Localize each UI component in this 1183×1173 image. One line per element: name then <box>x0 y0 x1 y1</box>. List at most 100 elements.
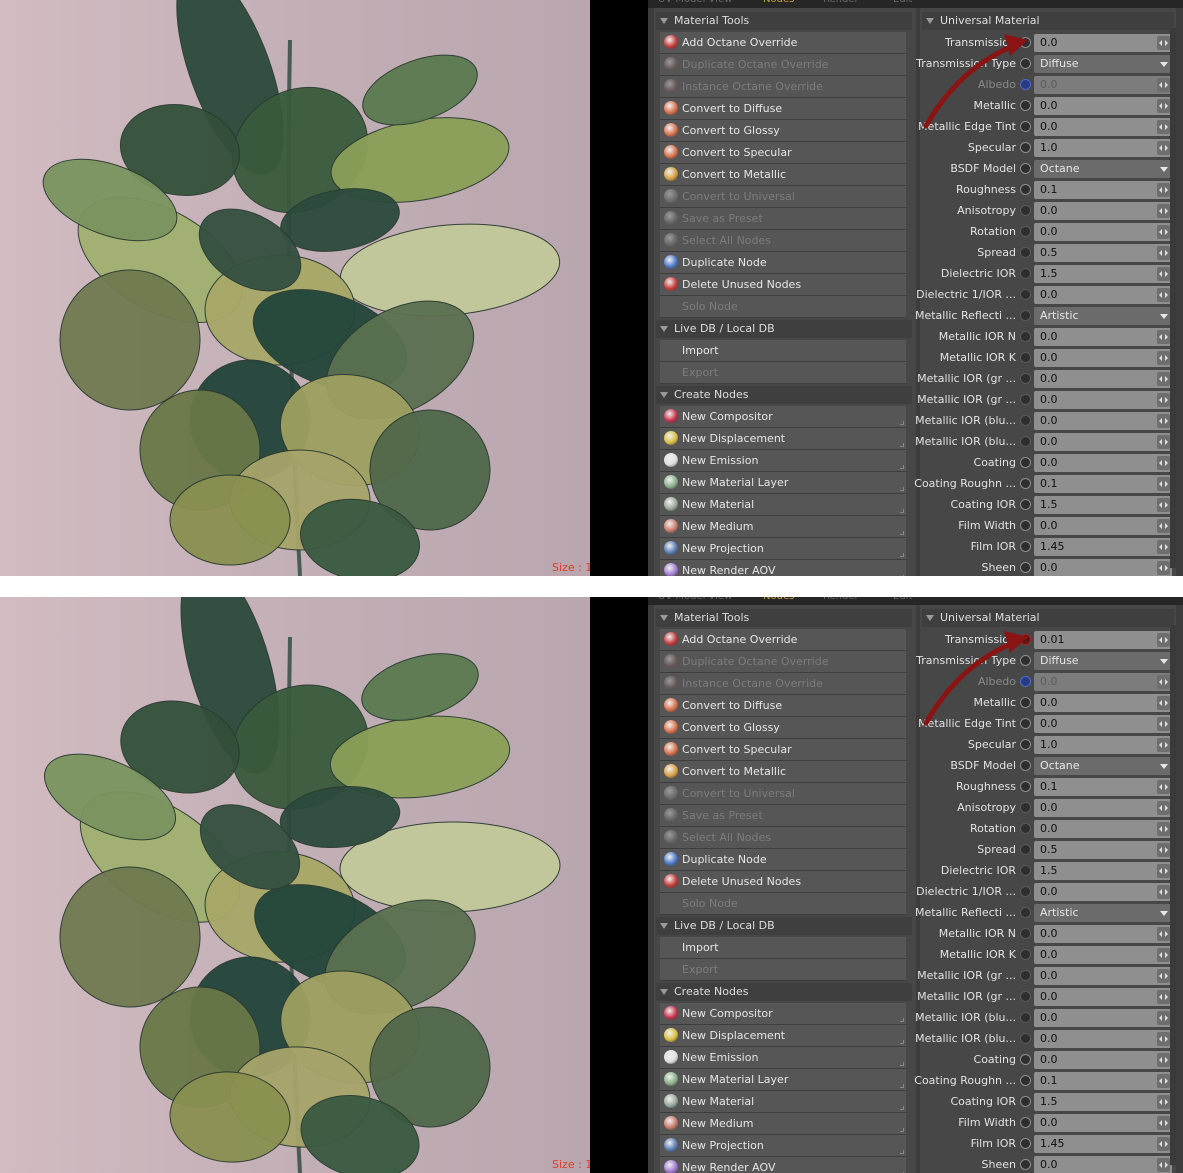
spinner-arrows-icon[interactable] <box>1157 1011 1170 1025</box>
param-link-dot-icon[interactable] <box>1020 760 1031 771</box>
param-value-field[interactable]: 0.0 <box>1034 34 1172 52</box>
param-value-field[interactable]: 0.0 <box>1034 883 1172 901</box>
param-value-field[interactable]: 0.0 <box>1034 118 1172 136</box>
param-link-dot-icon[interactable] <box>1020 1054 1031 1065</box>
param-dropdown[interactable]: Artistic <box>1034 307 1172 325</box>
param-link-dot-icon[interactable] <box>1020 163 1031 174</box>
create-node-button[interactable]: New Render AOV <box>660 1157 906 1173</box>
param-value-field[interactable]: 0.01 <box>1034 631 1172 649</box>
param-value-field[interactable]: 0.0 <box>1034 559 1172 576</box>
spinner-arrows-icon[interactable] <box>1157 696 1170 710</box>
material-tool-button[interactable]: Convert to Diffuse <box>660 695 906 717</box>
render-viewport[interactable]: Size : 100.00% <box>0 0 590 576</box>
create-node-button[interactable]: New Displacement <box>660 1025 906 1047</box>
param-value-field[interactable]: 1.5 <box>1034 265 1172 283</box>
spinner-arrows-icon[interactable] <box>1157 435 1170 449</box>
spinner-arrows-icon[interactable] <box>1157 822 1170 836</box>
spinner-arrows-icon[interactable] <box>1157 120 1170 134</box>
spinner-arrows-icon[interactable] <box>1157 288 1170 302</box>
material-tool-button[interactable]: Add Octane Override <box>660 629 906 651</box>
spinner-arrows-icon[interactable] <box>1157 267 1170 281</box>
param-value-field[interactable]: 1.5 <box>1034 496 1172 514</box>
material-tool-button[interactable]: Convert to Glossy <box>660 120 906 142</box>
scrollbar[interactable] <box>1170 625 1176 1165</box>
spinner-arrows-icon[interactable] <box>1157 927 1170 941</box>
spinner-arrows-icon[interactable] <box>1157 633 1170 647</box>
param-link-dot-icon[interactable] <box>1020 562 1031 573</box>
material-tool-button[interactable]: Select All Nodes <box>660 230 906 252</box>
create-node-button[interactable]: New Medium <box>660 1113 906 1135</box>
tab-3[interactable]: Edit <box>893 0 912 5</box>
param-link-dot-icon[interactable] <box>1020 520 1031 531</box>
render-viewport[interactable]: Size : 100.00% <box>0 597 590 1173</box>
param-value-field[interactable]: 0.0 <box>1034 799 1172 817</box>
param-value-field[interactable]: 1.45 <box>1034 1135 1172 1153</box>
param-value-field[interactable]: 0.0 <box>1034 76 1172 94</box>
create-node-button[interactable]: New Material <box>660 494 906 516</box>
param-value-field[interactable]: 0.0 <box>1034 328 1172 346</box>
material-tool-button[interactable]: Convert to Metallic <box>660 164 906 186</box>
param-link-dot-icon[interactable] <box>1020 1075 1031 1086</box>
param-value-field[interactable]: 0.0 <box>1034 286 1172 304</box>
material-tool-button[interactable]: Convert to Universal <box>660 783 906 805</box>
material-tool-button[interactable]: Delete Unused Nodes <box>660 871 906 893</box>
param-value-field[interactable]: 0.0 <box>1034 1051 1172 1069</box>
param-link-dot-icon[interactable] <box>1020 226 1031 237</box>
param-link-dot-icon[interactable] <box>1020 268 1031 279</box>
spinner-arrows-icon[interactable] <box>1157 414 1170 428</box>
create-node-button[interactable]: New Projection <box>660 538 906 560</box>
param-value-field[interactable]: 0.0 <box>1034 673 1172 691</box>
tab-1[interactable]: Nodes <box>763 0 794 5</box>
param-link-dot-icon[interactable] <box>1020 415 1031 426</box>
param-link-dot-icon[interactable] <box>1020 289 1031 300</box>
param-value-field[interactable]: 0.0 <box>1034 412 1172 430</box>
create-node-button[interactable]: New Displacement <box>660 428 906 450</box>
param-dropdown[interactable]: Diffuse <box>1034 652 1172 670</box>
param-value-field[interactable]: 0.0 <box>1034 715 1172 733</box>
param-value-field[interactable]: 0.0 <box>1034 1156 1172 1173</box>
param-value-field[interactable]: 0.1 <box>1034 181 1172 199</box>
material-tool-button[interactable]: Convert to Universal <box>660 186 906 208</box>
import-button[interactable]: Import <box>660 340 906 362</box>
spinner-arrows-icon[interactable] <box>1157 456 1170 470</box>
create-node-button[interactable]: New Render AOV <box>660 560 906 576</box>
param-value-field[interactable]: 0.0 <box>1034 97 1172 115</box>
param-value-field[interactable]: 0.0 <box>1034 433 1172 451</box>
param-value-field[interactable]: 1.0 <box>1034 139 1172 157</box>
param-value-field[interactable]: 0.0 <box>1034 1009 1172 1027</box>
param-link-dot-icon[interactable] <box>1020 457 1031 468</box>
spinner-arrows-icon[interactable] <box>1157 561 1170 575</box>
param-dropdown[interactable]: Octane <box>1034 757 1172 775</box>
param-link-dot-icon[interactable] <box>1020 247 1031 258</box>
param-link-dot-icon[interactable] <box>1020 436 1031 447</box>
material-tool-button[interactable]: Convert to Specular <box>660 142 906 164</box>
param-link-dot-icon[interactable] <box>1020 1138 1031 1149</box>
spinner-arrows-icon[interactable] <box>1157 969 1170 983</box>
param-link-dot-icon[interactable] <box>1020 331 1031 342</box>
spinner-arrows-icon[interactable] <box>1157 864 1170 878</box>
section-material-tools[interactable]: Material Tools <box>656 609 912 627</box>
spinner-arrows-icon[interactable] <box>1157 393 1170 407</box>
spinner-arrows-icon[interactable] <box>1157 885 1170 899</box>
param-value-field[interactable]: 0.0 <box>1034 349 1172 367</box>
material-tool-button[interactable]: Select All Nodes <box>660 827 906 849</box>
import-button[interactable]: Import <box>660 937 906 959</box>
tab-0[interactable]: UV Model View <box>658 597 732 602</box>
tab-2[interactable]: Render <box>823 597 859 602</box>
material-tool-button[interactable]: Convert to Diffuse <box>660 98 906 120</box>
param-link-dot-icon[interactable] <box>1020 142 1031 153</box>
material-tool-button[interactable]: Convert to Specular <box>660 739 906 761</box>
param-link-dot-icon[interactable] <box>1020 970 1031 981</box>
param-value-field[interactable]: 0.5 <box>1034 841 1172 859</box>
spinner-arrows-icon[interactable] <box>1157 78 1170 92</box>
param-link-dot-icon[interactable] <box>1020 865 1031 876</box>
spinner-arrows-icon[interactable] <box>1157 99 1170 113</box>
spinner-arrows-icon[interactable] <box>1157 141 1170 155</box>
param-link-dot-icon[interactable] <box>1020 394 1031 405</box>
create-node-button[interactable]: New Emission <box>660 450 906 472</box>
spinner-arrows-icon[interactable] <box>1157 843 1170 857</box>
param-value-field[interactable]: 0.1 <box>1034 475 1172 493</box>
spinner-arrows-icon[interactable] <box>1157 540 1170 554</box>
spinner-arrows-icon[interactable] <box>1157 948 1170 962</box>
param-value-field[interactable]: 0.0 <box>1034 391 1172 409</box>
